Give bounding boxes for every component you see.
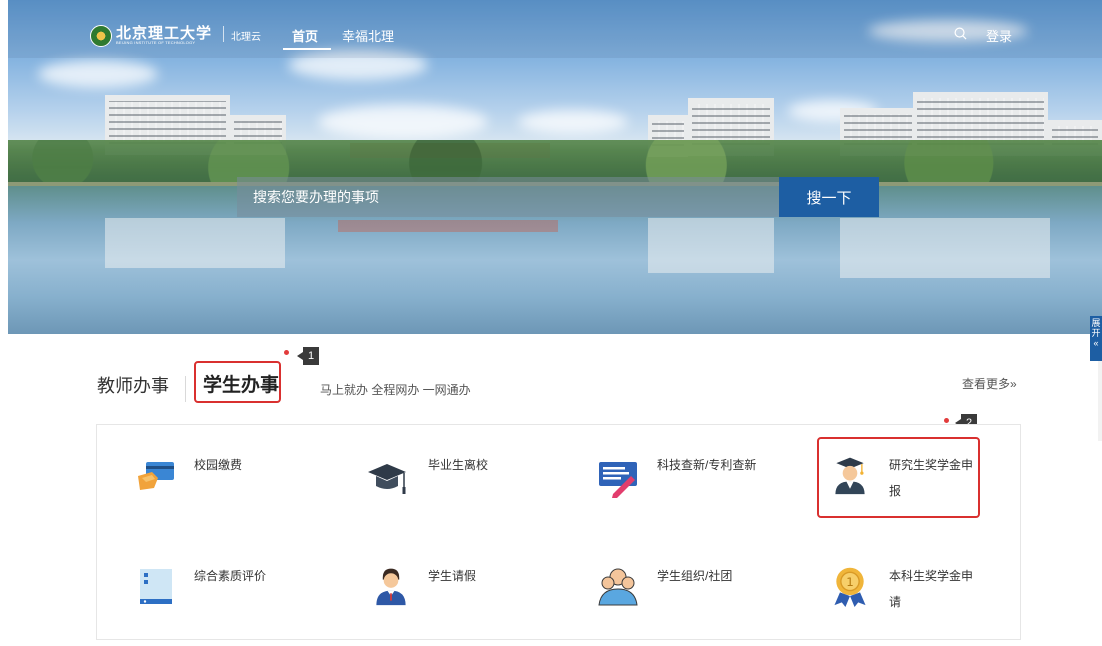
service-graduation-leave[interactable]: 毕业生离校 — [366, 452, 536, 512]
step-marker-1: 1 — [297, 347, 319, 365]
service-student-leave[interactable]: 学生请假 — [370, 563, 530, 613]
side-tab-arrow: « — [1093, 338, 1099, 348]
group-people-icon — [598, 568, 638, 606]
hero-banner — [8, 0, 1102, 334]
nav-active-underline — [283, 48, 331, 50]
service-campus-payment[interactable]: 校园缴费 — [134, 452, 294, 512]
service-label: 学生请假 — [428, 569, 477, 583]
side-tab-label: 展开 — [1091, 318, 1101, 338]
logo-divider — [223, 26, 224, 42]
student-person-icon — [376, 568, 406, 606]
highlight-box-graduate-scholarship — [817, 437, 980, 518]
service-slogan: 马上就办 全程网办 一网通办 — [320, 383, 471, 397]
side-expand-tab[interactable]: 展开 « — [1090, 316, 1102, 361]
highlight-box-student-tab — [194, 361, 281, 403]
evaluation-book-icon — [140, 569, 172, 604]
building-reflection — [338, 220, 558, 232]
search-button[interactable]: 搜一下 — [779, 177, 879, 217]
building-reflection — [648, 218, 774, 273]
nav-happy-bit[interactable]: 幸福北理 — [342, 26, 394, 45]
cloud — [38, 60, 158, 88]
cloud-platform-name: 北理云 — [231, 32, 261, 43]
tab-teacher-services[interactable]: 教师办事 — [97, 372, 169, 398]
service-label: 毕业生离校 — [428, 458, 489, 472]
marker-dot — [944, 418, 949, 423]
service-tech-novelty-search[interactable]: 科技查新/专利查新 — [597, 452, 777, 512]
graduation-cap-icon — [368, 464, 406, 494]
logo-subtext: BEIJING INSTITUTE OF TECHNOLOGY — [116, 40, 196, 45]
medal-icon: 1 — [834, 567, 866, 607]
cloud — [318, 105, 488, 139]
view-more-link[interactable]: 查看更多» — [962, 375, 1017, 392]
document-pen-icon — [599, 462, 637, 498]
marker-dot — [284, 350, 289, 355]
building-reflection — [105, 218, 285, 268]
nav-home[interactable]: 首页 — [292, 26, 318, 45]
service-label: 学生组织/社团 — [657, 569, 733, 583]
service-label: 本科生奖学金申请 — [889, 569, 974, 609]
service-undergrad-scholarship[interactable]: 1 本科生奖学金申请 — [829, 563, 989, 613]
service-student-organizations[interactable]: 学生组织/社团 — [597, 563, 767, 613]
login-link[interactable]: 登录 — [986, 26, 1012, 45]
university-emblem-icon — [90, 25, 112, 47]
search-icon[interactable] — [954, 27, 967, 40]
service-comprehensive-evaluation[interactable]: 综合素质评价 — [134, 563, 294, 613]
tab-divider — [185, 376, 186, 402]
service-label: 综合素质评价 — [194, 569, 267, 583]
cloud — [518, 110, 628, 134]
svg-text:1: 1 — [846, 575, 854, 589]
service-label: 科技查新/专利查新 — [657, 458, 757, 472]
search-input[interactable] — [237, 177, 780, 217]
building-reflection — [840, 218, 1050, 278]
search-box — [237, 177, 780, 217]
service-label: 校园缴费 — [194, 458, 243, 472]
side-panel-edge — [1098, 361, 1102, 441]
card-payment-icon — [138, 462, 174, 490]
